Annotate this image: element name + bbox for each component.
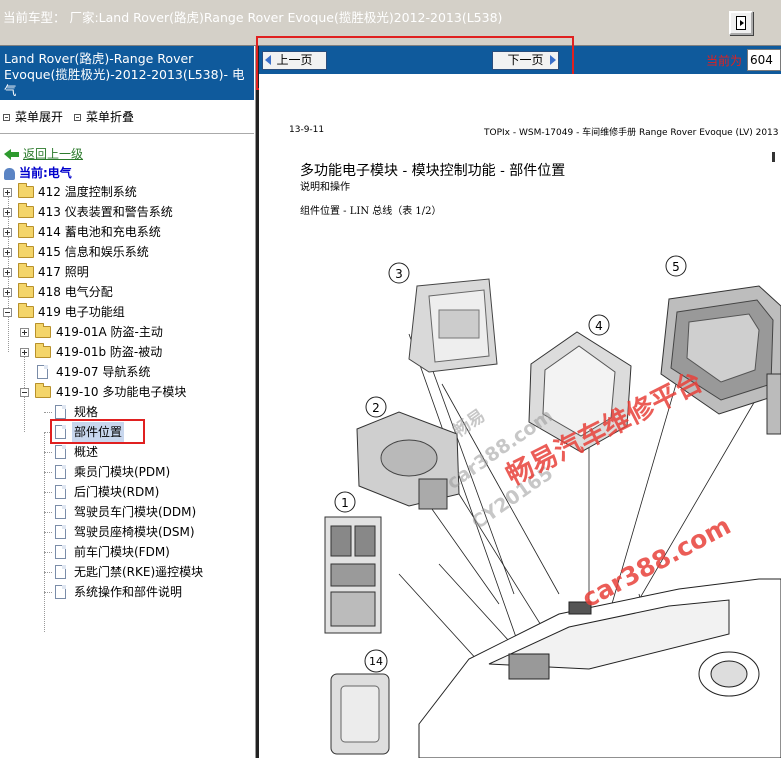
callout-14-label: 14 (369, 655, 383, 668)
folder-icon (18, 243, 34, 258)
expand-label: 菜单展开 (15, 110, 64, 124)
tree-item-label: 413 仪表装置和警告系统 (38, 205, 173, 219)
tree-item-label: 414 蓄电池和充电系统 (38, 225, 161, 239)
document-icon (55, 585, 66, 599)
document-icon (37, 365, 48, 379)
tree-item-label: 后门模块(RDM) (74, 485, 160, 499)
document-icon (55, 545, 66, 559)
module-6-partial-image (766, 373, 781, 435)
toggle-sidebar-button[interactable] (729, 11, 753, 35)
model-title: Land Rover(路虎)-Range Rover Evoque(揽胜极光)-… (0, 46, 254, 100)
callout-4: 4 (588, 314, 610, 336)
highlight-box-selected-item (50, 419, 145, 444)
callout-1-label: 1 (341, 496, 349, 510)
current-location-label: 当前:电气 (19, 166, 72, 180)
document-icon (55, 565, 66, 579)
callout-14: 14 (364, 649, 388, 673)
expand-toggle-icon[interactable] (20, 348, 29, 357)
divider (0, 133, 254, 134)
folder-icon (18, 183, 34, 198)
tree-item-label: 419-10 多功能电子模块 (56, 385, 187, 399)
expand-toggle-icon[interactable] (3, 188, 12, 197)
back-arrow-icon (4, 149, 20, 160)
folder-icon (18, 283, 34, 298)
expand-toggle-icon[interactable] (20, 328, 29, 337)
document-icon (55, 405, 66, 419)
callout-3-label: 3 (395, 267, 403, 281)
tree-item-label: 415 信息和娱乐系统 (38, 245, 149, 259)
callout-3: 3 (388, 262, 410, 284)
document-icon (55, 505, 66, 519)
collapse-toggle-icon[interactable] (20, 388, 29, 397)
callout-1: 1 (334, 491, 356, 513)
folder-icon (35, 343, 51, 358)
current-page-label: 当前为 (706, 54, 743, 68)
location-icon (4, 167, 15, 180)
tree-item-label: 418 电气分配 (38, 285, 113, 299)
folder-icon (18, 263, 34, 278)
callout-5-label: 5 (672, 260, 680, 274)
expand-toggle-icon[interactable] (3, 228, 12, 237)
fuse-box-1-image (324, 516, 382, 634)
expand-toggle-icon[interactable] (3, 268, 12, 277)
expand-toggle-icon[interactable] (3, 288, 12, 297)
tree-item-label: 驾驶员车门模块(DDM) (74, 505, 197, 519)
tree-item-label: 419 电子功能组 (38, 305, 125, 319)
back-link-label[interactable]: 返回上一级 (23, 147, 83, 161)
tree-item-label: 419-01b 防盗-被动 (56, 345, 163, 359)
document-icon (55, 445, 66, 459)
menu-toolbar: 菜单展开 菜单折叠 (0, 108, 142, 125)
expand-toggle-icon[interactable] (3, 248, 12, 257)
document-icon (55, 465, 66, 479)
open-folder-icon (35, 383, 51, 398)
window-title: 当前车型： 厂家:Land Rover(路虎)Range Rover Evoqu… (3, 10, 503, 25)
panel-icon (736, 16, 746, 30)
module-14-image (330, 673, 390, 755)
tree-item-label: 417 照明 (38, 265, 89, 279)
sidebar: Land Rover(路虎)-Range Rover Evoque(揽胜极光)-… (0, 46, 256, 758)
current-location: 当前:电气 (4, 164, 72, 181)
tree-item-label: 无匙门禁(RKE)遥控模块 (74, 565, 204, 579)
open-folder-icon (18, 303, 34, 318)
document-viewer: 13-9-11 TOPIx - WSM-17049 - 车间维修手册 Range… (259, 74, 781, 758)
callout-2-label: 2 (372, 401, 380, 415)
collapse-icon (74, 113, 82, 121)
tree-item-label: 412 温度控制系统 (38, 185, 137, 199)
document-icon (55, 485, 66, 499)
folder-icon (18, 223, 34, 238)
module-2-image (356, 411, 460, 510)
tree-item-label: 系统操作和部件说明 (74, 585, 183, 599)
back-link[interactable]: 返回上一级 (4, 145, 83, 162)
tree-item-label: 概述 (74, 445, 99, 459)
tree-item-label: 419-07 导航系统 (56, 365, 151, 379)
expand-toggle-icon[interactable] (3, 208, 12, 217)
folder-icon (18, 203, 34, 218)
tree-item-label: 驾驶员座椅模块(DSM) (74, 525, 195, 539)
expand-icon (3, 113, 10, 121)
collapse-label: 菜单折叠 (86, 110, 135, 124)
page-number-input[interactable] (747, 49, 781, 71)
folder-icon (35, 323, 51, 338)
module-3-image (408, 278, 498, 373)
tree-item-label: 前车门模块(FDM) (74, 545, 170, 559)
callout-4-label: 4 (595, 319, 603, 333)
callout-5: 5 (665, 255, 687, 277)
collapse-toggle-icon[interactable] (3, 308, 12, 317)
collapse-all-button[interactable]: 菜单折叠 (71, 108, 134, 125)
expand-all-button[interactable]: 菜单展开 (0, 108, 63, 125)
document-icon (55, 525, 66, 539)
callout-2: 2 (365, 396, 387, 418)
component-location-diagram: 3 4 5 2 1 14 (324, 255, 781, 758)
tree-item-label: 乘员门模块(PDM) (74, 465, 171, 479)
tree-item-label: 419-01A 防盗-主动 (56, 325, 163, 339)
